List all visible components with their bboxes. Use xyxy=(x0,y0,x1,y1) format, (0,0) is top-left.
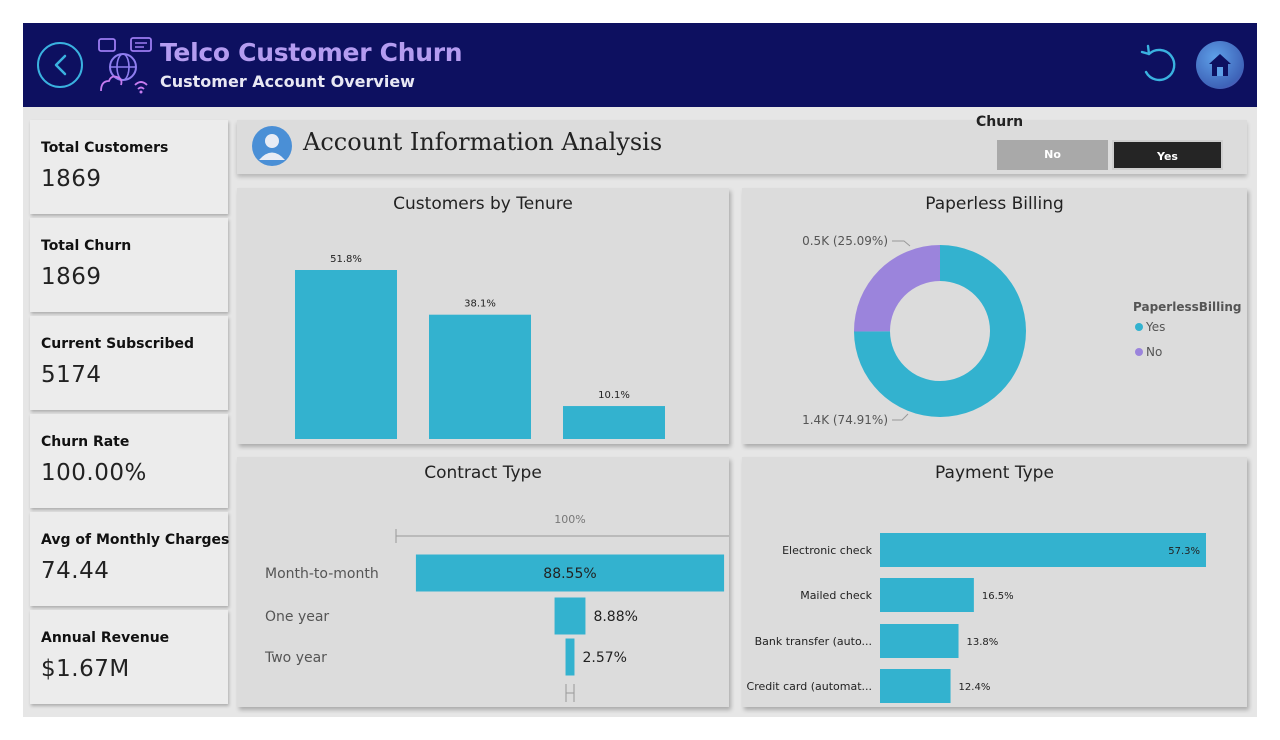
payment-data-label: 12.4% xyxy=(959,682,991,693)
legend-swatch xyxy=(1135,348,1143,356)
paperless-donut-chart: 0.5K (25.09%) 1.4K (74.91%) PaperlessBilli… xyxy=(802,234,1242,427)
funnel-bottom-bracket xyxy=(565,684,575,702)
kpi-label: Total Churn xyxy=(41,238,132,254)
donut-data-label: 1.4K (74.91%) xyxy=(802,413,888,427)
payment-data-label: 57.3% xyxy=(1168,546,1200,557)
leader-line xyxy=(892,240,911,247)
legend-swatch xyxy=(1135,323,1143,331)
funnel-data-label: 88.55% xyxy=(543,566,596,582)
donut-slice[interactable] xyxy=(854,245,940,332)
tenure-bar-chart: 51.8%Short38.1%Long10.1%Very Long xyxy=(295,254,665,439)
tenure-data-label: 51.8% xyxy=(330,254,362,265)
churn-slicer-label: Churn xyxy=(976,114,1024,130)
kpi-card-total-customers: Total Customers 1869 xyxy=(30,120,228,214)
funnel-data-label: 2.57% xyxy=(582,650,626,666)
kpi-label: Annual Revenue xyxy=(41,630,170,646)
payment-category-label: Mailed check xyxy=(800,589,872,602)
section-title: Account Information Analysis xyxy=(303,128,663,156)
tenure-chart-panel: Customers by Tenure 51.8%Short38.1%Long1… xyxy=(237,188,729,444)
tenure-data-label: 10.1% xyxy=(598,390,630,401)
contract-type-panel: Contract Type 100% Month-to-month 88.55% On… xyxy=(237,457,729,707)
legend-title: PaperlessBilling xyxy=(1133,300,1242,314)
funnel-top-bracket xyxy=(395,529,729,543)
home-button[interactable] xyxy=(1196,41,1244,89)
kpi-value: 1869 xyxy=(41,166,102,192)
tenure-bar[interactable] xyxy=(295,270,397,439)
telecom-network-logo-icon xyxy=(98,37,152,94)
funnel-category-label: Month-to-month xyxy=(265,566,379,582)
payment-data-label: 16.5% xyxy=(982,591,1014,602)
kpi-card-churn-rate: Churn Rate 100.00% xyxy=(30,414,228,508)
section-banner: Account Information Analysis Churn No Ye… xyxy=(237,114,1247,174)
kpi-card-annual-revenue: Annual Revenue $1.67M xyxy=(30,610,228,704)
kpi-label: Total Customers xyxy=(41,140,169,156)
payment-data-label: 13.8% xyxy=(967,637,999,648)
kpi-label: Avg of Monthly Charges xyxy=(41,532,230,548)
kpi-value: 100.00% xyxy=(41,460,147,486)
payment-bar[interactable] xyxy=(880,624,959,658)
user-avatar-icon xyxy=(252,126,292,166)
legend-item[interactable]: Yes xyxy=(1145,320,1165,334)
donut-data-label: 0.5K (25.09%) xyxy=(802,234,888,248)
funnel-bar[interactable] xyxy=(554,597,586,635)
back-arrow-icon xyxy=(54,54,67,76)
funnel-data-label: 8.88% xyxy=(593,609,637,625)
kpi-card-current-subscribed: Current Subscribed 5174 xyxy=(30,316,228,410)
paperless-billing-panel: Paperless Billing 0.5K (25.09%) 1.4K (74.… xyxy=(742,188,1247,444)
payment-category-label: Bank transfer (auto... xyxy=(755,635,872,648)
churn-slicer-yes[interactable]: Yes xyxy=(1112,140,1223,170)
kpi-value: 5174 xyxy=(41,362,102,388)
payment-bar[interactable] xyxy=(880,578,974,612)
payment-category-label: Electronic check xyxy=(782,544,873,557)
kpi-value: 74.44 xyxy=(41,558,110,584)
kpi-card-total-churn: Total Churn 1869 xyxy=(30,218,228,312)
tenure-bar[interactable] xyxy=(563,406,665,439)
home-icon xyxy=(1209,54,1231,76)
churn-slicer-no[interactable]: No xyxy=(997,140,1108,170)
kpi-label: Current Subscribed xyxy=(41,336,195,352)
back-button[interactable] xyxy=(37,42,83,88)
funnel-bar[interactable] xyxy=(565,638,575,676)
tenure-data-label: 38.1% xyxy=(464,299,496,310)
kpi-value: $1.67M xyxy=(41,656,130,682)
reset-icon xyxy=(1140,44,1176,82)
kpi-label: Churn Rate xyxy=(41,434,130,450)
payment-bar-chart: Electronic check 57.3% Mailed check 16.5% Ba… xyxy=(747,533,1206,703)
payment-bar[interactable] xyxy=(880,669,951,703)
reset-button[interactable] xyxy=(1136,42,1180,86)
payment-category-label: Credit card (automat... xyxy=(747,680,872,693)
funnel-category-label: Two year xyxy=(264,650,327,666)
kpi-card-avg-monthly-charges: Avg of Monthly Charges 74.44 xyxy=(30,512,230,606)
leader-line xyxy=(892,413,909,421)
legend-item[interactable]: No xyxy=(1146,345,1162,359)
app-title: Telco Customer Churn xyxy=(160,38,463,67)
dashboard: Telco Customer Churn Customer Account Ov… xyxy=(23,23,1257,717)
kpi-value: 1869 xyxy=(41,264,102,290)
header-bar: Telco Customer Churn Customer Account Ov… xyxy=(23,23,1257,107)
payment-type-panel: Payment Type Electronic check 57.3% Mailed… xyxy=(742,457,1247,707)
tenure-bar[interactable] xyxy=(429,314,531,439)
contract-funnel-chart: 100% Month-to-month 88.55% One year 8.88% Two… xyxy=(264,513,729,702)
funnel-top-label: 100% xyxy=(554,513,585,526)
page-subtitle: Customer Account Overview xyxy=(160,72,415,91)
funnel-category-label: One year xyxy=(265,609,329,625)
payment-bar[interactable] xyxy=(880,533,1206,567)
